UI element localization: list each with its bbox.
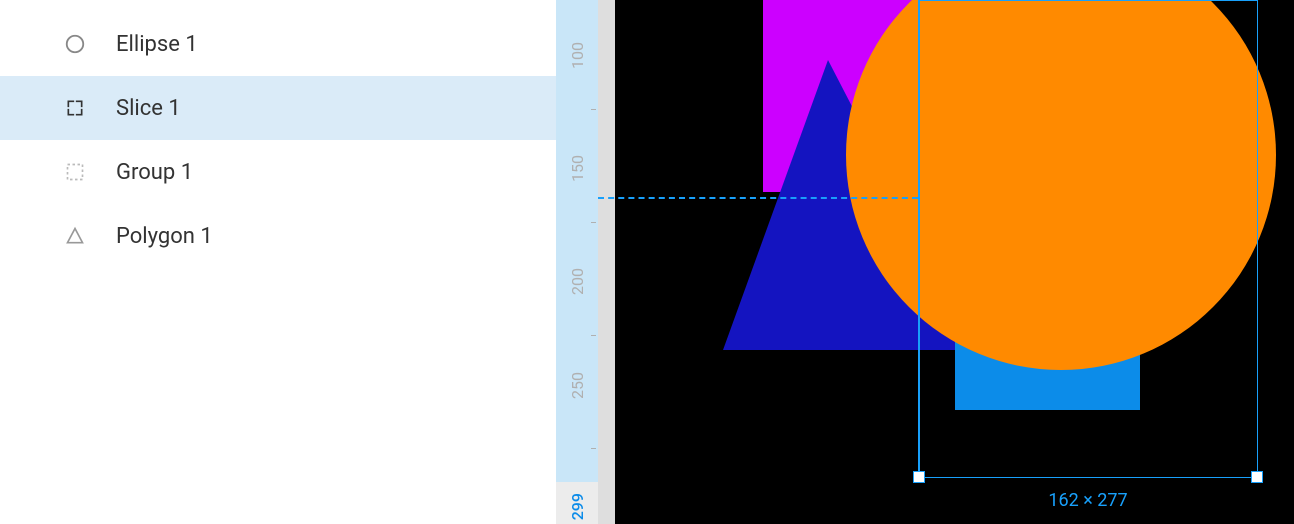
ruler-minor-tick — [591, 109, 596, 110]
ruler-minor-tick — [591, 222, 596, 223]
selection-edge[interactable] — [919, 1, 920, 477]
ruler-tick: 150 — [556, 155, 598, 186]
layer-label: Polygon 1 — [116, 224, 213, 249]
layer-label: Slice 1 — [116, 96, 181, 121]
alignment-guide-horizontal — [598, 197, 918, 199]
layer-item-polygon[interactable]: Polygon 1 — [0, 204, 556, 268]
ruler-current-indicator: 299 — [556, 493, 598, 524]
canvas-area[interactable]: 162 × 277 — [598, 0, 1294, 524]
selection-handle-bottom-right[interactable] — [1251, 471, 1263, 483]
layers-panel: Ellipse 1 Slice 1 Group 1 — [0, 0, 556, 524]
polygon-icon — [64, 225, 86, 247]
layer-label: Ellipse 1 — [116, 32, 198, 57]
slice-icon — [64, 97, 86, 119]
ruler-tick: 200 — [556, 268, 598, 299]
group-icon — [64, 161, 86, 183]
vertical-ruler[interactable]: 100 150 200 250 299 — [556, 0, 598, 524]
ruler-minor-tick — [591, 448, 596, 449]
layer-item-ellipse[interactable]: Ellipse 1 — [0, 12, 556, 76]
selection-dimensions-label: 162 × 277 — [1048, 490, 1127, 511]
selection-handle-bottom-left[interactable] — [913, 471, 925, 483]
layer-item-group[interactable]: Group 1 — [0, 140, 556, 204]
ellipse-icon — [64, 33, 86, 55]
selection-bounding-box[interactable] — [918, 0, 1258, 478]
ruler-tick: 100 — [556, 42, 598, 73]
ruler-tick: 250 — [556, 372, 598, 403]
app-root: Ellipse 1 Slice 1 Group 1 — [0, 0, 1294, 524]
layer-label: Group 1 — [116, 160, 193, 185]
layer-item-slice[interactable]: Slice 1 — [0, 76, 556, 140]
ruler-minor-tick — [591, 335, 596, 336]
